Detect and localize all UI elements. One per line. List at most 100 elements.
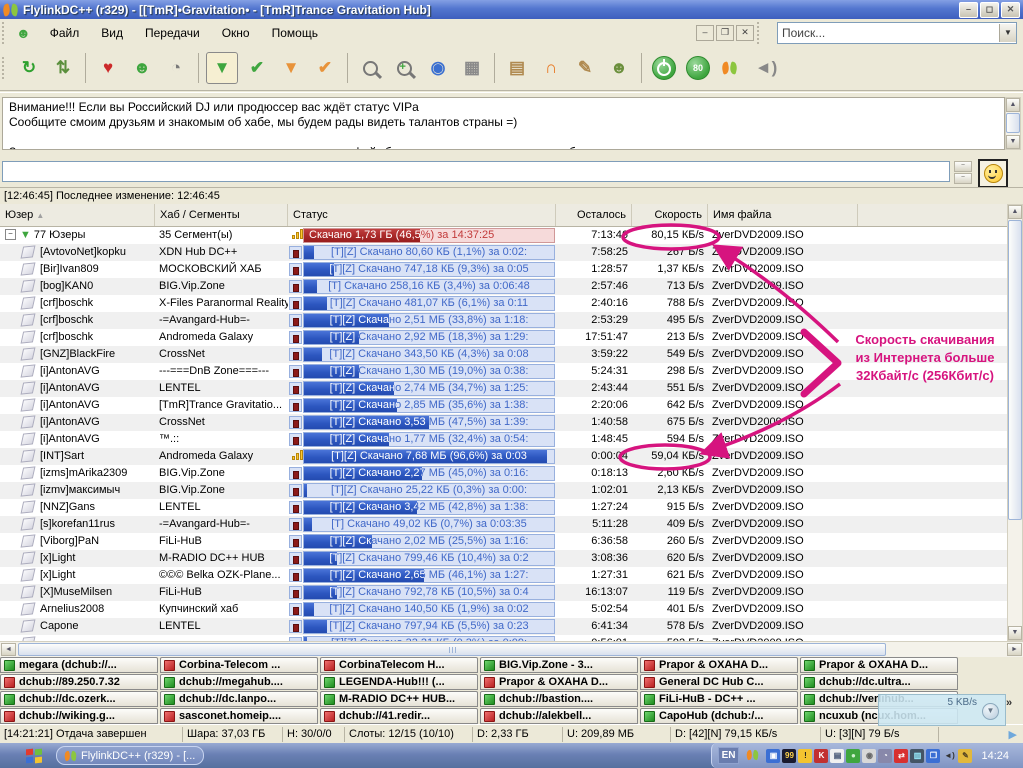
recent-hubs-button[interactable]: ◔ — [161, 53, 191, 83]
emoticon-button[interactable] — [978, 159, 1008, 188]
hub-tab[interactable]: megara (dchub://... — [0, 657, 158, 673]
search-button[interactable] — [355, 53, 385, 83]
transfer-row[interactable]: [x]Light©©© Belka OZK-Plane...[T][Z] Ска… — [0, 567, 1007, 584]
hub-tab[interactable]: dchub://alekbell... — [480, 708, 638, 724]
hub-tab[interactable]: FiLi-HuB - DC++ ... — [640, 691, 798, 707]
hub-tab[interactable]: Corbina-Telecom ... — [160, 657, 318, 673]
quick-search-combobox[interactable]: Поиск... ▼ — [777, 22, 1017, 44]
column-header-2[interactable]: Хаб / Сегменты — [155, 204, 288, 226]
mdi-restore-button[interactable]: ❐ — [716, 25, 734, 41]
tabs-overflow-chevron[interactable]: » — [1006, 697, 1020, 713]
hub-tab[interactable]: LEGENDA-Hub!!! (... — [320, 674, 478, 690]
finished-downloads-button[interactable]: ✔ — [242, 53, 272, 83]
hub-tab[interactable]: Prapor & OXAHA D... — [800, 657, 958, 673]
hub-tab[interactable]: BIG.Vip.Zone - 3... — [480, 657, 638, 673]
refresh-share-button[interactable]: ⇅ — [48, 53, 78, 83]
dictionary-icon[interactable]: ▤ — [830, 749, 844, 763]
alert-icon[interactable]: ! — [798, 749, 812, 763]
restore-button[interactable]: ◻ — [980, 2, 999, 18]
clock-icon[interactable]: ◔ — [878, 749, 892, 763]
hub-tab[interactable]: dchub://41.redir... — [320, 708, 478, 724]
sound-button[interactable]: ◄) — [751, 53, 781, 83]
hub-tab[interactable]: dchub://wiking.g... — [0, 708, 158, 724]
transfer-row[interactable]: Arnelius2008Купчинский хаб[T][Z] Скачано… — [0, 601, 1007, 618]
transfer-row[interactable]: CaponeLENTEL[T][Z] Скачано 797,94 КБ (5,… — [0, 618, 1007, 635]
minimize-button[interactable]: – — [959, 2, 978, 18]
hub-tab[interactable]: dchub://dc.lanpo... — [160, 691, 318, 707]
scroll-down-circle-icon[interactable]: ▼ — [982, 703, 999, 720]
finished-uploads-button[interactable]: ✔ — [310, 53, 340, 83]
menu-item[interactable]: Окно — [211, 23, 261, 43]
favorite-hubs-button[interactable]: ♥ — [93, 53, 123, 83]
mdi-close-button[interactable]: ✕ — [736, 25, 754, 41]
reconnect-button[interactable]: ↻ — [14, 53, 44, 83]
taskbar-task-button[interactable]: FlylinkDC++ (r329) - [... — [56, 746, 204, 765]
builder-button[interactable]: ∩ — [536, 53, 566, 83]
hub-tab[interactable]: dchub://dc.ozerk... — [0, 691, 158, 707]
hub-tab[interactable]: General DC Hub C... — [640, 674, 798, 690]
hub-tab[interactable]: Prapor & OXAHA D... — [640, 657, 798, 673]
transfer-row[interactable]: [GNZ]BlackFireCrossNet[T][Z] Скачано 343… — [0, 346, 1007, 363]
cd-icon[interactable]: ◉ — [862, 749, 876, 763]
column-header-4[interactable]: Осталось — [556, 204, 632, 226]
favorite-users-button[interactable]: ☻ — [127, 53, 157, 83]
transfer-row[interactable]: [X]MuseMilsenFiLi-HuB[T][Z] Скачано 792,… — [0, 584, 1007, 601]
menu-item[interactable]: Файл — [39, 23, 91, 43]
transfer-row[interactable]: [INT]SartAndromeda Galaxy[T][Z] Скачано … — [0, 448, 1007, 465]
column-header-5[interactable]: Скорость — [632, 204, 708, 226]
menu-item[interactable]: Помощь — [261, 23, 329, 43]
transfer-row[interactable]: [i]AntonAVG---===DnB Zone===---[T][Z] Ск… — [0, 363, 1007, 380]
waiting-users-button[interactable]: ▼ — [276, 53, 306, 83]
transfer-row[interactable]: [Viborg]PaNFiLi-HuB[T][Z] Скачано 2,02 М… — [0, 533, 1007, 550]
hub-tab[interactable]: Prapor & OXAHA D... — [480, 674, 638, 690]
menu-item[interactable]: Вид — [90, 23, 134, 43]
transfer-row[interactable]: [i]AntonAVGLENTEL[T][Z] Скачано 2,74 МБ … — [0, 380, 1007, 397]
column-header-3[interactable]: Статус — [288, 204, 556, 226]
transfer-row[interactable]: [AvtovoNet]kopkuXDN Hub DC++[T][Z] Скача… — [0, 244, 1007, 261]
brush-icon[interactable]: ✎ — [958, 749, 972, 763]
traffic-chart-icon[interactable]: ▥ — [910, 749, 924, 763]
hub-tab[interactable]: dchub://megahub.... — [160, 674, 318, 690]
column-header-1[interactable]: Юзер ▲ — [0, 204, 155, 226]
hub-tab[interactable]: CapoHub (dchub:/... — [640, 708, 798, 724]
menubar-grip[interactable] — [2, 22, 10, 44]
horizontal-scrollbar[interactable]: ◄ ► — [0, 641, 1023, 657]
transfer-row[interactable]: [izmv]максимычBIG.Vip.Zone[T][Z] Скачано… — [0, 482, 1007, 499]
transfer-row[interactable]: [x]LightM-RADIO DC++ HUB[T][Z] Скачано 7… — [0, 550, 1007, 567]
transfer-row[interactable]: [i]AntonAVG[TmR]Trance Gravitatio...[T][… — [0, 397, 1007, 414]
download-queue-button[interactable]: ▼ — [206, 52, 238, 84]
transfer-row[interactable]: [i]AntonAVGCrossNet[T][Z] Скачано 3,53 М… — [0, 414, 1007, 431]
notepad-button[interactable]: ✎ — [570, 53, 600, 83]
volume-icon[interactable]: ◄) — [942, 749, 956, 763]
windows-copy-icon[interactable]: ❒ — [926, 749, 940, 763]
green-status-icon[interactable]: ● — [846, 749, 860, 763]
statusbar-arrow-icon[interactable]: ▶ — [1003, 728, 1023, 741]
search-spy-button[interactable]: ◉ — [423, 53, 453, 83]
chat-spin-buttons[interactable]: –– — [954, 161, 972, 182]
about-button[interactable] — [717, 53, 747, 83]
hub-tab[interactable]: dchub://89.250.7.32 — [0, 674, 158, 690]
monitor-99-icon[interactable]: 99 — [782, 749, 796, 763]
download-master-icon[interactable]: ⇄ — [894, 749, 908, 763]
transfer-row[interactable]: [crf]boschk-=Avangard-Hub=-[T][Z] Скачан… — [0, 312, 1007, 329]
mdi-minimize-button[interactable]: – — [696, 25, 714, 41]
search-input[interactable]: Поиск... — [778, 26, 999, 40]
tree-collapse-icon[interactable]: − — [5, 229, 16, 240]
hub-tab[interactable]: M-RADIO DC++ HUB... — [320, 691, 478, 707]
toolbar-grip[interactable] — [2, 57, 10, 79]
menu-item[interactable]: Передачи — [134, 23, 211, 43]
hub-tab[interactable]: dchub://bastion.... — [480, 691, 638, 707]
transfer-row[interactable]: [Bir]Ivan809МОСКОВСКИЙ ХАБ[T][Z] Скачано… — [0, 261, 1007, 278]
limit-badge-button[interactable]: 80 — [683, 53, 713, 83]
transfer-row[interactable]: [i]AntonAVG™.::[T][Z] Скачано 1,77 МБ (3… — [0, 431, 1007, 448]
flylink-tray-icon[interactable] — [747, 750, 759, 760]
search-dropdown-arrow-icon[interactable]: ▼ — [999, 24, 1016, 42]
shutdown-button[interactable] — [649, 53, 679, 83]
chat-scrollbar[interactable]: ▲ ▼ — [1005, 97, 1021, 150]
column-header-6[interactable]: Имя файла — [708, 204, 858, 226]
settings-button[interactable]: ▤ — [502, 53, 532, 83]
transfer-row[interactable]: [crf]boschkX-Files Paranormal Reality[T]… — [0, 295, 1007, 312]
search-toolbar-grip[interactable] — [757, 22, 765, 44]
network-icon[interactable]: ▣ — [766, 749, 780, 763]
transfer-row[interactable]: [izms]mArika2309BIG.Vip.Zone[T][Z] Скача… — [0, 465, 1007, 482]
